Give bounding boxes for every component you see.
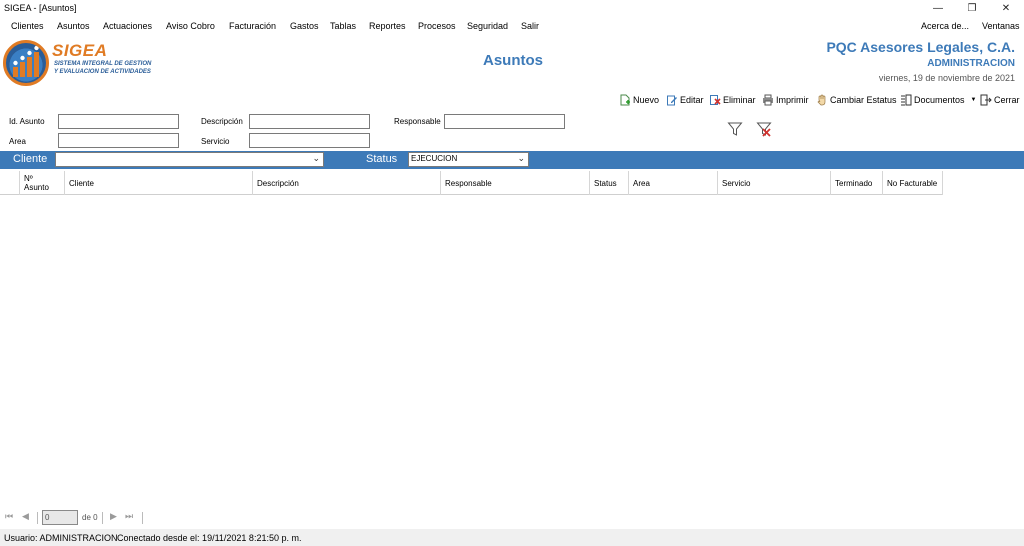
column-header-descripcion[interactable]: Descripción: [253, 171, 441, 195]
clear-filter-icon[interactable]: [756, 121, 772, 137]
filter-icon[interactable]: [727, 121, 743, 137]
navigator-separator: [142, 512, 143, 524]
menu-bar: Clientes Asuntos Actuaciones Aviso Cobro…: [0, 17, 1024, 35]
documentos-label: Documentos: [914, 95, 965, 105]
menu-clientes[interactable]: Clientes: [11, 21, 44, 31]
cerrar-label: Cerrar: [994, 95, 1020, 105]
cliente-label: Cliente: [13, 153, 48, 165]
hand-icon: [817, 94, 826, 106]
servicio-input[interactable]: [249, 133, 370, 148]
company-name: PQC Asesores Legales, C.A.: [826, 39, 1015, 55]
descripcion-input[interactable]: [249, 114, 370, 129]
column-header-asunto[interactable]: Nº Asunto: [20, 171, 65, 195]
column-header-status[interactable]: Status: [590, 171, 629, 195]
editar-button[interactable]: Editar: [666, 93, 704, 107]
logo-emblem: [3, 40, 49, 86]
imprimir-label: Imprimir: [776, 95, 809, 105]
status-value: EJECUCION: [411, 154, 458, 163]
cliente-combobox[interactable]: ⌄: [55, 152, 324, 167]
chevron-down-icon: ⌄: [312, 153, 320, 163]
exit-icon: [980, 94, 992, 106]
column-header-responsable[interactable]: Responsable: [441, 171, 590, 195]
app-header: SIGEA SISTEMA INTEGRAL DE GESTION Y EVAL…: [0, 35, 1024, 91]
menu-reportes[interactable]: Reportes: [369, 21, 406, 31]
window-title: SIGEA - [Asuntos]: [4, 3, 77, 13]
restore-button[interactable]: ❐: [955, 0, 989, 17]
cerrar-button[interactable]: Cerrar: [980, 93, 1020, 107]
documents-icon: [901, 94, 912, 106]
responsable-input[interactable]: [444, 114, 565, 129]
servicio-label: Servicio: [201, 137, 230, 146]
printer-icon: [763, 94, 773, 106]
logo-subtitle-line2: Y EVALUACION DE ACTIVIDADES: [54, 69, 151, 75]
record-position-input[interactable]: [42, 510, 78, 525]
page-title: Asuntos: [483, 52, 543, 69]
navigator-separator: [37, 512, 38, 524]
column-header-label: Asunto: [24, 183, 49, 192]
menu-acerca-de[interactable]: Acerca de...: [921, 21, 969, 31]
people-chart-icon: [13, 45, 39, 77]
responsable-label: Responsable: [394, 117, 441, 126]
column-header-cliente[interactable]: Cliente: [65, 171, 253, 195]
editar-label: Editar: [680, 95, 704, 105]
current-date: viernes, 19 de noviembre de 2021: [878, 73, 1015, 83]
record-count: de 0: [82, 513, 98, 522]
status-combobox[interactable]: EJECUCION ⌄: [408, 152, 529, 167]
area-label: Area: [9, 137, 26, 146]
imprimir-button[interactable]: Imprimir: [762, 93, 809, 107]
id-asunto-input[interactable]: [58, 114, 179, 129]
id-asunto-label: Id. Asunto: [9, 117, 45, 126]
record-navigator: ⏮ ◀ de 0 ▶ ⏭: [0, 508, 1024, 528]
area-input[interactable]: [58, 133, 179, 148]
status-bar: Usuario: ADMINISTRACION Conectado desde …: [0, 529, 1024, 546]
status-user: Usuario: ADMINISTRACION: [4, 533, 118, 543]
menu-ventanas[interactable]: Ventanas: [982, 21, 1020, 31]
column-header-no-facturable[interactable]: No Facturable: [883, 171, 943, 195]
navigator-separator: [102, 512, 103, 524]
menu-actuaciones[interactable]: Actuaciones: [103, 21, 152, 31]
user-role: ADMINISTRACION: [927, 58, 1015, 69]
last-record-icon[interactable]: ⏭: [125, 511, 133, 522]
menu-seguridad[interactable]: Seguridad: [467, 21, 508, 31]
nuevo-button[interactable]: Nuevo: [619, 93, 659, 107]
menu-gastos[interactable]: Gastos: [290, 21, 319, 31]
first-record-icon[interactable]: ⏮: [5, 511, 13, 522]
logo-title: SIGEA: [52, 41, 108, 60]
column-header-servicio[interactable]: Servicio: [718, 171, 831, 195]
previous-record-icon[interactable]: ◀: [22, 511, 29, 522]
minimize-button[interactable]: —: [921, 0, 955, 17]
menu-asuntos[interactable]: Asuntos: [57, 21, 90, 31]
column-header-area[interactable]: Area: [629, 171, 718, 195]
row-selector-header: [0, 171, 20, 195]
menu-facturacion[interactable]: Facturación: [229, 21, 276, 31]
documentos-dropdown[interactable]: Documentos ▼: [900, 93, 976, 107]
next-record-icon[interactable]: ▶: [110, 511, 117, 522]
status-connected: Conectado desde el: 19/11/2021 8:21:50 p…: [117, 533, 302, 543]
title-bar: SIGEA - [Asuntos] — ❐ ✕: [0, 0, 1024, 17]
eliminar-button[interactable]: Eliminar: [709, 93, 756, 107]
chevron-down-icon: ▼: [970, 97, 977, 103]
new-document-icon: [620, 94, 630, 106]
chevron-down-icon: ⌄: [517, 153, 525, 163]
descripcion-label: Descripción: [201, 117, 243, 126]
close-button[interactable]: ✕: [989, 0, 1023, 17]
menu-tablas[interactable]: Tablas: [330, 21, 356, 31]
delete-icon: [710, 95, 721, 105]
eliminar-label: Eliminar: [723, 95, 756, 105]
column-header-terminado[interactable]: Terminado: [831, 171, 883, 195]
grid-body[interactable]: [0, 196, 1024, 506]
logo-subtitle-line1: SISTEMA INTEGRAL DE GESTION: [54, 61, 152, 67]
menu-aviso-cobro[interactable]: Aviso Cobro: [166, 21, 215, 31]
cambiar-estatus-label: Cambiar Estatus: [830, 95, 897, 105]
edit-pencil-icon: [667, 95, 677, 106]
cliente-status-bar: Cliente ⌄ Status EJECUCION ⌄: [0, 151, 1024, 169]
menu-procesos[interactable]: Procesos: [418, 21, 456, 31]
grid-header: Nº Asunto Cliente Descripción Responsabl…: [0, 171, 943, 195]
status-label: Status: [366, 153, 398, 165]
nuevo-label: Nuevo: [633, 95, 660, 105]
cambiar-estatus-button[interactable]: Cambiar Estatus: [816, 93, 897, 107]
column-header-label: Nº: [24, 174, 33, 183]
menu-salir[interactable]: Salir: [521, 21, 539, 31]
